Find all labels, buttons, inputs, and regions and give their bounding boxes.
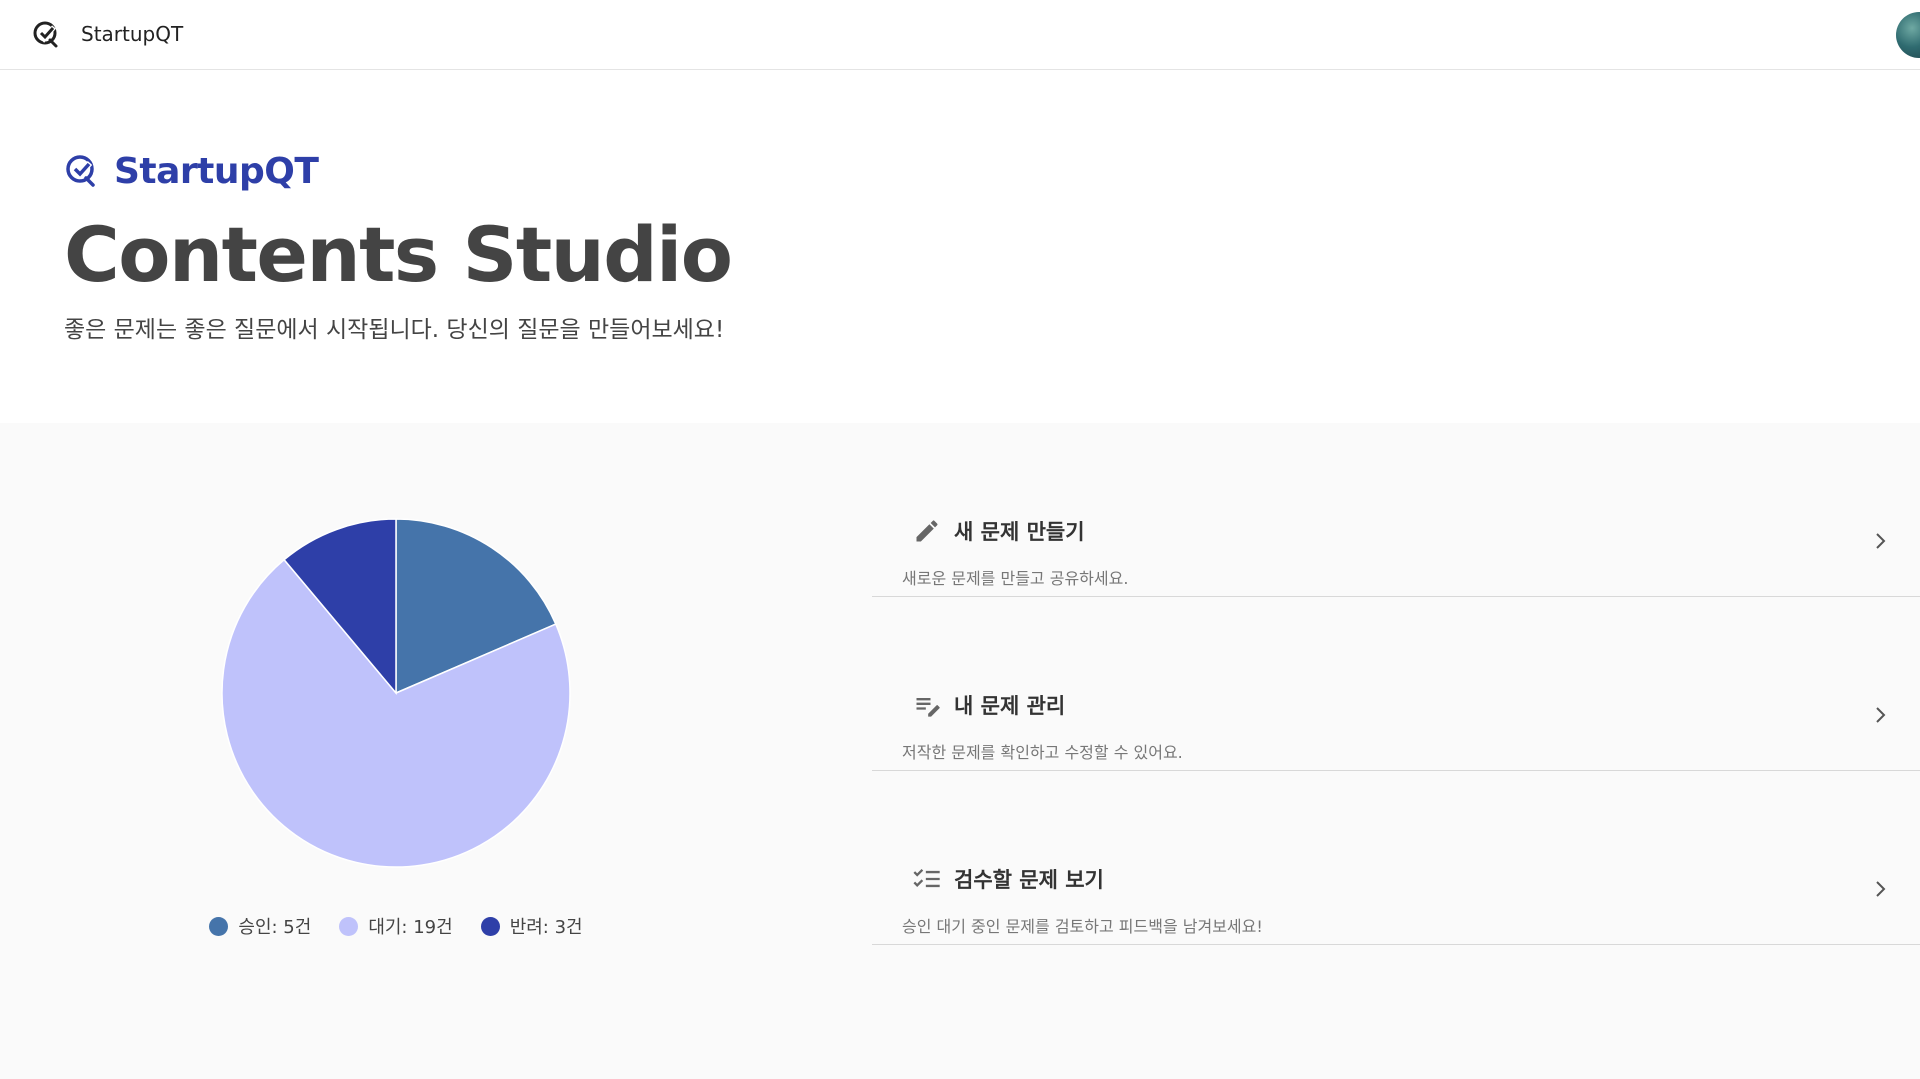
action-header: 내 문제 관리	[912, 689, 1065, 721]
legend-item[interactable]: 대기: 19건	[339, 913, 453, 939]
action-list: 새 문제 만들기 새로운 문제를 만들고 공유하세요. 내 문제 관리 저작한 …	[872, 423, 1920, 945]
legend-swatch	[209, 916, 229, 936]
hero-section: StartupQT Contents Studio 좋은 문제는 좋은 질문에서…	[0, 70, 1920, 423]
action-header: 검수할 문제 보기	[912, 863, 1104, 895]
chevron-right-icon	[1876, 707, 1886, 723]
page-title: Contents Studio	[64, 210, 733, 299]
status-pie-chart: 승인: 5건 대기: 19건 반려: 3건	[0, 423, 800, 1079]
action-description: 새로운 문제를 만들고 공유하세요.	[902, 569, 1129, 588]
action-title: 검수할 문제 보기	[954, 868, 1104, 892]
legend-swatch	[339, 916, 359, 936]
startupqt-logo-icon[interactable]	[31, 19, 61, 49]
action-description: 저작한 문제를 확인하고 수정할 수 있어요.	[902, 743, 1183, 762]
top-navigation-bar: StartupQT	[0, 0, 1920, 70]
chart-legend: 승인: 5건 대기: 19건 반려: 3건	[0, 913, 792, 939]
page-subtitle: 좋은 문제는 좋은 질문에서 시작됩니다. 당신의 질문을 만들어보세요!	[64, 317, 725, 343]
manage-problems-card[interactable]: 내 문제 관리 저작한 문제를 확인하고 수정할 수 있어요.	[872, 597, 1920, 771]
pie-chart-svg	[221, 518, 571, 868]
legend-item[interactable]: 반려: 3건	[480, 913, 583, 939]
legend-label: 승인: 5건	[238, 917, 312, 938]
dashboard-section: 승인: 5건 대기: 19건 반려: 3건 새 문제 만들기 새로운 문제를 만들고…	[0, 423, 1920, 1079]
action-header: 새 문제 만들기	[912, 515, 1085, 547]
edit-list-icon	[912, 690, 942, 720]
action-title: 새 문제 만들기	[954, 520, 1085, 544]
review-problems-card[interactable]: 검수할 문제 보기 승인 대기 중인 문제를 검토하고 피드백을 남겨보세요!	[872, 771, 1920, 945]
action-description: 승인 대기 중인 문제를 검토하고 피드백을 남겨보세요!	[902, 917, 1263, 936]
brand-name: StartupQT	[114, 150, 319, 192]
create-problem-card[interactable]: 새 문제 만들기 새로운 문제를 만들고 공유하세요.	[872, 423, 1920, 597]
chevron-right-icon	[1876, 533, 1886, 549]
chevron-right-icon	[1876, 881, 1886, 897]
startupqt-logo-icon	[66, 155, 95, 187]
user-avatar[interactable]	[1896, 12, 1920, 58]
legend-label: 대기: 19건	[368, 917, 453, 938]
legend-label: 반려: 3건	[509, 917, 583, 938]
pencil-icon	[912, 516, 942, 546]
legend-swatch	[480, 916, 500, 936]
action-title: 내 문제 관리	[954, 694, 1066, 718]
brand-logo: StartupQT	[64, 150, 319, 192]
legend-item[interactable]: 승인: 5건	[209, 913, 311, 939]
app-name[interactable]: StartupQT	[81, 19, 183, 49]
checklist-icon	[912, 864, 942, 894]
